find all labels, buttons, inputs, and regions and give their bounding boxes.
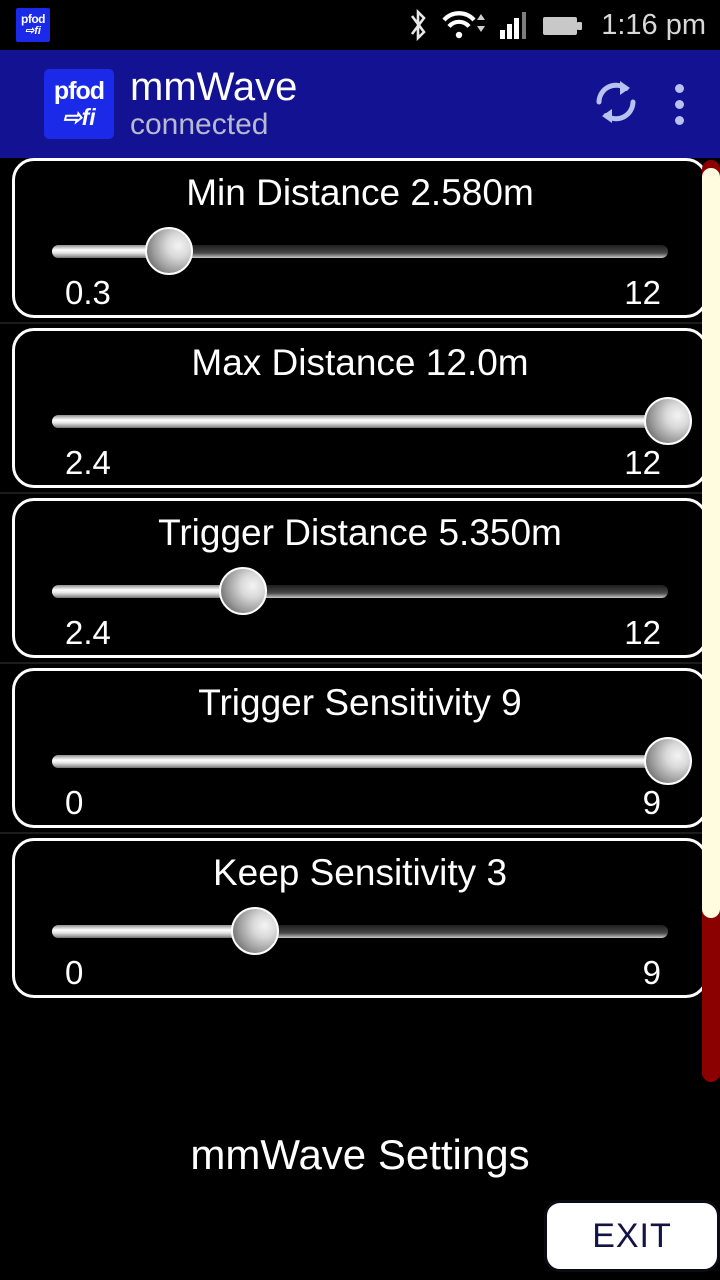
battery-icon <box>541 8 585 42</box>
slider-card-trigger-sensitivity[interactable]: Trigger Sensitivity 9 0 9 <box>12 668 708 828</box>
slider-max-label: 12 <box>624 274 661 311</box>
slider-max-label: 9 <box>642 784 661 821</box>
card-divider <box>0 318 720 328</box>
slider-track-fill <box>52 415 668 428</box>
slider-range-labels: 0 9 <box>29 955 691 991</box>
slider-min-label: 2.4 <box>65 614 111 651</box>
slider-min-label: 0.3 <box>65 274 111 311</box>
app-bar-titles: mmWave connected <box>130 66 297 142</box>
slider-range-labels: 0.3 12 <box>29 275 691 311</box>
exit-button-label: EXIT <box>592 1216 672 1255</box>
pfod-notification-line2: ⇨fi <box>25 25 41 37</box>
slider-max-distance[interactable] <box>52 397 692 445</box>
card-divider <box>0 828 720 838</box>
slider-card-min-distance[interactable]: Min Distance 2.580m 0.3 12 <box>12 158 708 318</box>
slider-range-labels: 0 9 <box>29 785 691 821</box>
slider-title: Max Distance 12.0m <box>191 342 529 383</box>
slider-title: Trigger Sensitivity 9 <box>198 682 522 723</box>
slider-thumb[interactable] <box>231 907 280 955</box>
footer: mmWave Settings EXIT <box>0 1083 720 1280</box>
status-bar-right: 1:16 pm <box>405 8 706 42</box>
slider-card-keep-sensitivity[interactable]: Keep Sensitivity 3 0 9 <box>12 838 708 998</box>
refresh-icon[interactable] <box>589 75 643 134</box>
slider-keep-sensitivity[interactable] <box>52 907 668 955</box>
slider-range-labels: 2.4 12 <box>29 615 691 651</box>
status-bar-clock: 1:16 pm <box>601 8 706 41</box>
slider-range-labels: 2.4 12 <box>29 445 691 481</box>
status-bar-left: pfod ⇨fi <box>16 8 50 42</box>
slider-trigger-distance[interactable] <box>52 567 668 615</box>
pfod-logo-line2: ⇨fi <box>62 104 96 130</box>
pfod-logo-line1: pfod <box>53 77 105 105</box>
bluetooth-icon <box>405 8 431 42</box>
exit-button[interactable]: EXIT <box>544 1200 720 1272</box>
slider-min-label: 2.4 <box>65 444 111 481</box>
pfod-app-logo: pfod ⇨fi <box>44 69 114 139</box>
settings-scroll-area[interactable]: Min Distance 2.580m 0.3 12 Max Distance … <box>0 158 720 1083</box>
app-bar: pfod ⇨fi mmWave connected <box>0 50 720 158</box>
slider-card-trigger-distance[interactable]: Trigger Distance 5.350m 2.4 12 <box>12 498 708 658</box>
card-divider <box>0 658 720 668</box>
slider-min-distance[interactable] <box>52 227 668 275</box>
connection-status: connected <box>130 108 269 141</box>
page-title: mmWave <box>130 65 298 109</box>
card-divider <box>0 488 720 498</box>
pfod-notification-icon: pfod ⇨fi <box>16 8 50 42</box>
overflow-menu-icon[interactable] <box>665 78 694 131</box>
slider-thumb[interactable] <box>218 567 267 615</box>
slider-track-fill <box>52 755 668 768</box>
slider-min-label: 0 <box>65 954 84 991</box>
slider-title: Trigger Distance 5.350m <box>158 512 562 553</box>
overflow-dot <box>675 83 684 93</box>
slider-thumb[interactable] <box>145 227 194 275</box>
footer-title: mmWave Settings <box>190 1131 530 1178</box>
slider-thumb[interactable] <box>644 737 692 785</box>
scrollbar-thumb[interactable] <box>702 168 720 918</box>
slider-max-label: 12 <box>624 444 661 481</box>
slider-min-label: 0 <box>65 784 84 821</box>
cell-signal-icon <box>499 8 531 42</box>
slider-track-fill <box>52 585 243 598</box>
slider-thumb[interactable] <box>644 397 692 445</box>
slider-title: Min Distance 2.580m <box>186 172 534 213</box>
slider-title: Keep Sensitivity 3 <box>212 852 508 893</box>
app-bar-actions <box>589 75 694 134</box>
overflow-dot <box>675 99 684 109</box>
status-bar: pfod ⇨fi 1:16 pm <box>0 0 720 50</box>
slider-track-fill <box>52 925 256 938</box>
wifi-icon <box>441 8 489 42</box>
pfod-notification-line1: pfod <box>21 12 46 26</box>
slider-card-max-distance[interactable]: Max Distance 12.0m 2.4 12 <box>12 328 708 488</box>
slider-max-label: 9 <box>642 954 661 991</box>
slider-trigger-sensitivity[interactable] <box>52 737 692 785</box>
overflow-dot <box>675 115 684 125</box>
slider-max-label: 12 <box>624 614 661 651</box>
